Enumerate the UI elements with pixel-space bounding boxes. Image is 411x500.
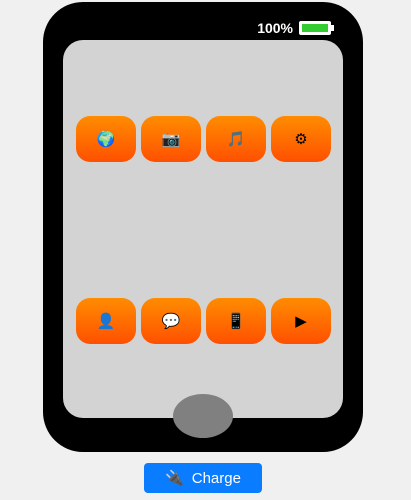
charge-button[interactable]: 🔌 Charge [144, 463, 262, 493]
app-globe[interactable]: 🌍 [76, 116, 136, 162]
chat-bubble-icon: 💬 [161, 313, 181, 330]
phone-screen: 🌍 📷 🎵 ⚙ 👤 💬 📱 ▶ [63, 40, 343, 418]
globe-icon: 🌍 [96, 131, 116, 148]
app-camera[interactable]: 📷 [141, 116, 201, 162]
home-button[interactable] [173, 394, 233, 438]
battery-fill [302, 24, 328, 32]
battery-icon [299, 21, 334, 35]
user-icon: 👤 [96, 313, 116, 330]
app-video[interactable]: ▶ [271, 298, 331, 344]
plug-icon: 🔌 [165, 470, 184, 487]
video-play-icon: ▶ [295, 313, 307, 330]
music-icon: 🎵 [226, 131, 246, 148]
app-messages[interactable]: 💬 [141, 298, 201, 344]
app-music[interactable]: 🎵 [206, 116, 266, 162]
phone-device-icon: 📱 [226, 313, 246, 330]
battery-percentage: 100% [257, 20, 293, 36]
app-contacts[interactable]: 👤 [76, 298, 136, 344]
settings-gear-icon: ⚙ [294, 131, 308, 148]
status-bar: 100% [257, 20, 334, 36]
phone-frame: 100% 🌍 📷 🎵 ⚙ 👤 💬 📱 ▶ [43, 2, 363, 452]
camera-icon: 📷 [161, 131, 181, 148]
charge-label: Charge [191, 469, 241, 487]
app-phone[interactable]: 📱 [206, 298, 266, 344]
app-settings[interactable]: ⚙ [271, 116, 331, 162]
